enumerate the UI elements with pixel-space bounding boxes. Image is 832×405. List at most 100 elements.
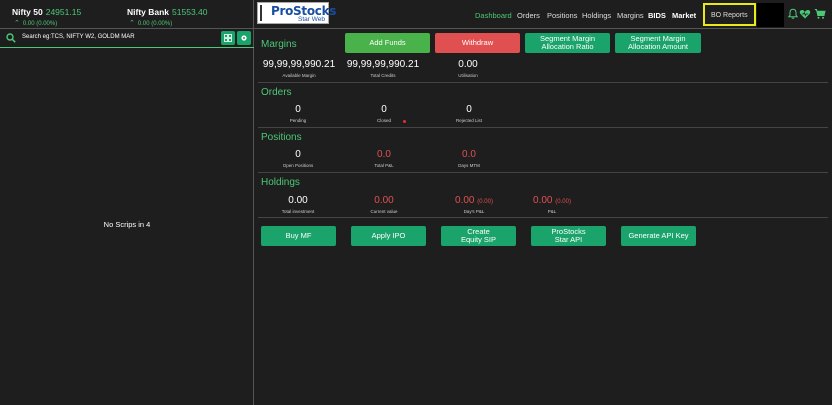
index-name: Nifty Bank bbox=[127, 7, 170, 17]
button-line: Allocation Amount bbox=[627, 42, 689, 51]
days-mtm: 0.0 Days MTM bbox=[439, 149, 499, 168]
apply-ipo-button[interactable]: Apply IPO bbox=[351, 226, 426, 246]
index-nifty-50[interactable]: Nifty 50 24951.15 ⌃ 0.00 (0.00%) bbox=[12, 7, 82, 27]
buy-mf-button[interactable]: Buy MF bbox=[261, 226, 336, 246]
top-navigation: ProStocks Star Web Dashboard Orders Posi… bbox=[254, 0, 832, 29]
utilisation: 0.00 Utilisation bbox=[438, 59, 498, 78]
days-pnl: 0.00 (0.00) Day's P&L bbox=[434, 195, 514, 214]
metric-label: Total P&L bbox=[374, 163, 394, 168]
metric-label: Total investment bbox=[281, 209, 315, 214]
orders-rejected[interactable]: 0 Rejected List bbox=[439, 104, 499, 123]
create-equity-sip-button[interactable]: Create Equity SIP bbox=[441, 226, 516, 246]
metric-label: Current value bbox=[370, 209, 398, 214]
positions-title[interactable]: Positions bbox=[261, 132, 302, 143]
arrow-up-icon: ⌃ bbox=[129, 20, 135, 27]
pnl-percent: (0.00) bbox=[555, 199, 571, 205]
open-positions[interactable]: 0 Open Positions bbox=[268, 149, 328, 168]
index-name: Nifty 50 bbox=[12, 7, 43, 17]
search-icon bbox=[6, 33, 16, 43]
heart-icon[interactable] bbox=[799, 8, 811, 20]
index-change: ⌃ 0.00 (0.00%) bbox=[129, 19, 172, 27]
search-input[interactable]: Search eg:TCS, NIFTY W2, GOLDM MAR bbox=[22, 34, 135, 40]
add-funds-button[interactable]: Add Funds bbox=[345, 33, 430, 53]
segment-margin-amount-button[interactable]: Segment Margin Allocation Amount bbox=[615, 33, 701, 53]
index-value: 24951.15 bbox=[45, 7, 82, 17]
metric-label: Total Credits bbox=[370, 73, 396, 78]
nav-positions[interactable]: Positions bbox=[547, 11, 577, 20]
gear-icon bbox=[241, 35, 247, 41]
metric-value: 0.00 bbox=[458, 59, 478, 70]
button-line: Allocation Ratio bbox=[541, 42, 594, 51]
metric-value: 99,99,99,990.21 bbox=[262, 59, 336, 70]
metric-label: Days MTM bbox=[458, 163, 480, 168]
index-change-text: 0.00 (0.00%) bbox=[22, 21, 58, 27]
nav-dashboard[interactable]: Dashboard bbox=[475, 11, 512, 20]
watchlist-search[interactable]: Search eg:TCS, NIFTY W2, GOLDM MAR bbox=[0, 29, 254, 48]
metric-label: Open Positions bbox=[282, 163, 314, 168]
nav-market[interactable]: Market bbox=[672, 11, 696, 20]
segment-margin-ratio-button[interactable]: Segment Margin Allocation Ratio bbox=[525, 33, 610, 53]
days-pnl-percent: (0.00) bbox=[477, 199, 493, 205]
button-line: Equity SIP bbox=[460, 235, 497, 244]
section-divider bbox=[258, 127, 828, 128]
logo-mark bbox=[260, 5, 270, 21]
total-pnl: 0.0 Total P&L bbox=[354, 149, 414, 168]
metric-value: 0.00 (0.00) bbox=[522, 195, 582, 206]
settings-button[interactable] bbox=[237, 31, 251, 45]
metric-value: 0 bbox=[295, 104, 301, 115]
metric-label: Available Margin bbox=[282, 73, 316, 78]
bell-icon[interactable] bbox=[787, 8, 799, 20]
metric-label: Day's P&L bbox=[463, 209, 485, 214]
section-divider bbox=[258, 172, 828, 173]
nav-orders[interactable]: Orders bbox=[517, 11, 540, 20]
withdraw-button[interactable]: Withdraw bbox=[435, 33, 520, 53]
holdings-title[interactable]: Holdings bbox=[261, 177, 300, 188]
pnl-value: 0.00 bbox=[533, 195, 553, 206]
nav-holdings[interactable]: Holdings bbox=[582, 11, 611, 20]
holdings-pnl: 0.00 (0.00) P&L bbox=[522, 195, 582, 214]
nav-margins[interactable]: Margins bbox=[617, 11, 644, 20]
empty-watchlist-message: No Scrips in 4 bbox=[103, 220, 151, 229]
margins-title[interactable]: Margins bbox=[261, 39, 297, 50]
days-pnl-value: 0.00 bbox=[455, 195, 475, 206]
orders-pending[interactable]: 0 Pending bbox=[268, 104, 328, 123]
total-credits: 99,99,99,990.21 Total Credits bbox=[344, 59, 422, 78]
grid-view-button[interactable] bbox=[221, 31, 235, 45]
app-window: Nifty 50 24951.15 ⌃ 0.00 (0.00%) Nifty Ban… bbox=[0, 0, 832, 405]
metric-value: 0.00 bbox=[288, 195, 308, 206]
metric-label: Rejected List bbox=[455, 118, 482, 123]
star-api-button[interactable]: ProStocks Star API bbox=[531, 226, 606, 246]
metric-value: 0 bbox=[295, 149, 301, 160]
available-margin: 99,99,99,990.21 Available Margin bbox=[260, 59, 338, 78]
index-nifty-bank[interactable]: Nifty Bank 51553.40 ⌃ 0.00 (0.00%) bbox=[127, 7, 208, 27]
metric-label: P&L bbox=[547, 209, 557, 214]
watchlist-panel: Nifty 50 24951.15 ⌃ 0.00 (0.00%) Nifty Ban… bbox=[0, 0, 254, 405]
current-value: 0.00 Current value bbox=[354, 195, 414, 214]
index-change: ⌃ 0.00 (0.00%) bbox=[14, 19, 57, 27]
metric-value: 0 bbox=[466, 104, 472, 115]
metric-value: 0.0 bbox=[377, 149, 391, 160]
logo-subtitle: Star Web bbox=[298, 16, 325, 23]
nav-bo-reports-label: BO Reports bbox=[711, 12, 748, 19]
section-divider bbox=[258, 82, 828, 83]
generate-api-key-button[interactable]: Generate API Key bbox=[621, 226, 696, 246]
nav-bo-reports[interactable]: BO Reports bbox=[703, 3, 756, 26]
index-ticker-bar: Nifty 50 24951.15 ⌃ 0.00 (0.00%) Nifty Ban… bbox=[0, 0, 254, 29]
orders-title[interactable]: Orders bbox=[261, 87, 292, 98]
metric-label: Pending bbox=[289, 118, 307, 123]
dashboard-main: Margins Add Funds Withdraw Segment Margi… bbox=[254, 29, 832, 405]
redacted-area bbox=[757, 3, 784, 27]
prostocks-logo[interactable]: ProStocks Star Web bbox=[257, 2, 336, 24]
button-line: Star API bbox=[554, 235, 583, 244]
index-value: 51553.40 bbox=[172, 7, 208, 17]
metric-value: 0 bbox=[381, 104, 387, 115]
closed-indicator-dot bbox=[403, 120, 406, 123]
section-divider bbox=[258, 217, 828, 218]
metric-value: 0.0 bbox=[462, 149, 476, 160]
metric-value: 0.00 bbox=[374, 195, 394, 206]
cart-icon[interactable] bbox=[814, 8, 826, 20]
index-change-text: 0.00 (0.00%) bbox=[137, 21, 173, 27]
total-investment: 0.00 Total investment bbox=[268, 195, 328, 214]
grid-icon bbox=[224, 34, 232, 42]
nav-bids[interactable]: BIDS bbox=[648, 11, 666, 20]
